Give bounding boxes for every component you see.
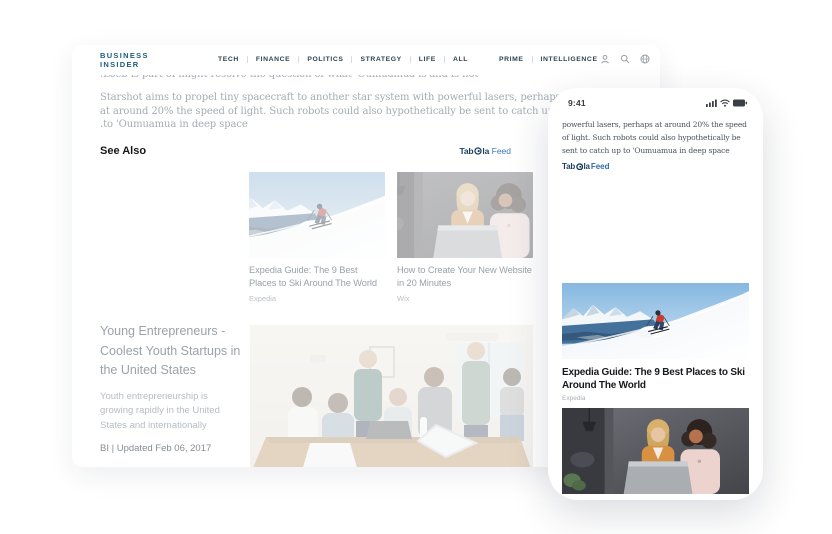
site-navbar: BUSINESS INSIDER TECH FINANCE POLITICS S… (72, 45, 660, 75)
account-icon[interactable] (600, 54, 610, 64)
see-also-heading: See Also (100, 145, 146, 157)
see-also-row: See Also Tab la Feed (100, 145, 511, 157)
wifi-icon (720, 99, 730, 107)
status-icons (706, 99, 747, 107)
taboola-logo-text: Tab (460, 146, 474, 156)
taboola-feed-logo[interactable]: Tab la Feed (460, 146, 511, 156)
feed-card-expedia[interactable]: Expedia Guide: The 9 Best Places to Ski … (249, 172, 385, 303)
story-description: Youth entrepreneurship is growing rapidl… (100, 390, 230, 434)
article-paragraph: Starshot aims to propel tiny spacecraft … (100, 91, 570, 132)
nav-item-strategy[interactable]: STRATEGY (360, 56, 410, 63)
primary-nav: TECH FINANCE POLITICS STRATEGY LIFE ALL (218, 56, 476, 63)
ski-slope-image (249, 172, 385, 258)
battery-icon (733, 99, 747, 107)
marketing-mockup-canvas: .Loeb is part of might resolve the quest… (0, 0, 832, 534)
search-icon[interactable] (620, 54, 630, 64)
nav-item-finance[interactable]: FINANCE (256, 56, 299, 63)
phone-article-text: powerful lasers, perhaps at around 20% t… (562, 118, 749, 157)
taboola-logo-text-end: la (482, 146, 489, 156)
nav-item-prime[interactable]: PRIME (499, 56, 533, 63)
ski-slope-image (562, 283, 749, 359)
globe-icon[interactable] (640, 54, 650, 64)
status-time: 9:41 (568, 98, 586, 108)
feed-card-source: Wix (397, 294, 533, 303)
feed-card-source: Expedia (562, 395, 749, 402)
phone-feed-card-expedia[interactable]: Expedia Guide: The 9 Best Places to Ski … (562, 283, 749, 402)
brand-line-2: INSIDER (100, 61, 149, 70)
secondary-nav: PRIME INTELLIGENCE (499, 56, 614, 63)
signal-icon (706, 99, 717, 107)
story-text-column: Young Entrepreneurs - Coolest Youth Star… (100, 322, 242, 454)
feed-card-title: How to Create Your New Website in 20 Min… (397, 264, 533, 289)
phone-mockup: 9:41 powerful lasers, p (548, 88, 763, 500)
feed-card-wix[interactable]: How to Create Your New Website in 20 Min… (397, 172, 533, 303)
taboola-logo-text: Tab (562, 162, 575, 171)
taboola-spiral-icon (576, 163, 584, 171)
taboola-feed-label: Feed (591, 162, 610, 171)
nav-item-tech[interactable]: TECH (218, 56, 248, 63)
feed-card-title: Expedia Guide: The 9 Best Places to Ski … (562, 366, 749, 392)
nav-item-all[interactable]: ALL (453, 56, 476, 63)
phone-next-card-image[interactable] (562, 408, 749, 494)
taboola-spiral-icon (474, 147, 482, 155)
nav-item-politics[interactable]: POLITICS (307, 56, 352, 63)
couple-laptop-image (397, 172, 533, 258)
story-title[interactable]: Young Entrepreneurs - Coolest Youth Star… (100, 322, 242, 381)
see-also-card-grid: Expedia Guide: The 9 Best Places to Ski … (249, 172, 533, 303)
feed-card-source: Expedia (249, 294, 385, 303)
phone-status-bar: 9:41 (568, 98, 747, 108)
startup-team-image (250, 325, 533, 467)
phone-taboola-feed-logo[interactable]: Tab la Feed (562, 162, 609, 171)
business-insider-logo[interactable]: BUSINESS INSIDER (100, 52, 149, 69)
feed-card-title: Expedia Guide: The 9 Best Places to Ski … (249, 264, 385, 289)
nav-item-intelligence[interactable]: INTELLIGENCE (541, 56, 606, 63)
taboola-feed-label: Feed (492, 146, 511, 156)
navbar-icons (600, 54, 650, 64)
nav-item-life[interactable]: LIFE (419, 56, 445, 63)
story-byline: BI | Updated Feb 06, 2017 (100, 443, 242, 454)
taboola-logo-text-end: la (584, 162, 590, 171)
